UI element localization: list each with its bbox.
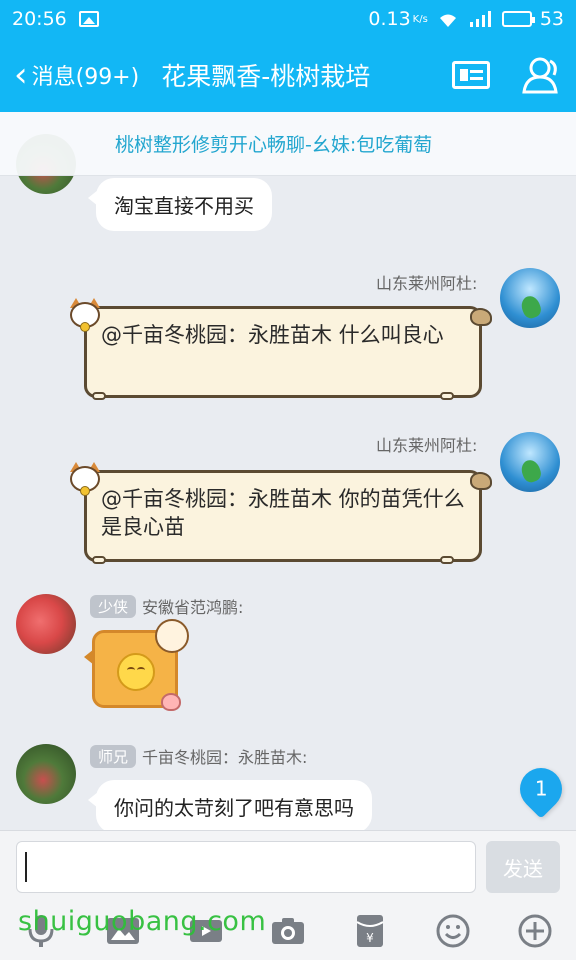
group-title: 花果飘香-桃树栽培	[161, 62, 371, 91]
title-bar: ‹ 消息(99+) 花果飘香-桃树栽培	[0, 38, 576, 112]
message-bubble[interactable]: @千亩冬桃园：永胜苗木 你的苗凭什么是良心苗	[84, 470, 482, 562]
group-card-icon[interactable]	[452, 61, 490, 89]
monkey-icon	[155, 619, 189, 653]
avatar[interactable]	[500, 268, 560, 328]
gallery-notification-icon	[78, 11, 99, 27]
message-bubble[interactable]: 淘宝直接不用买	[88, 178, 272, 231]
battery-icon	[501, 11, 535, 27]
camera-icon[interactable]	[266, 909, 310, 953]
back-button[interactable]: ‹ 消息(99+)	[0, 58, 139, 92]
send-button[interactable]: 发送	[486, 841, 560, 893]
net-speed: 0.13	[368, 8, 411, 30]
sender-name: 安徽省范鸿鹏:	[142, 598, 244, 617]
chat-area[interactable]: 淘宝直接不用买 山东莱州阿杜: @千亩冬桃园：永胜苗木 什么叫良心 山东莱州阿杜…	[0, 112, 576, 830]
card-icon-line	[470, 70, 483, 73]
sender-name: 山东莱州阿杜:	[376, 436, 478, 455]
chevron-left-icon: ‹	[14, 55, 28, 95]
paw-decoration-icon	[440, 392, 454, 400]
message-bubble[interactable]: @千亩冬桃园：永胜苗木 什么叫良心	[84, 306, 482, 398]
message-bubble[interactable]: 你问的太苛刻了吧有意思吗	[88, 780, 372, 830]
avatar[interactable]	[16, 594, 76, 654]
status-right: 0.13 K/s 53	[368, 8, 564, 30]
tail-decoration-icon	[470, 472, 492, 490]
paw-decoration-icon	[440, 556, 454, 564]
input-bar: 发送	[0, 830, 576, 902]
cat-decoration-icon	[66, 460, 106, 496]
message-text: @千亩冬桃园：永胜苗木 你的苗凭什么是良心苗	[101, 487, 465, 540]
status-bar: 20:56 0.13 K/s 53	[0, 0, 576, 38]
sender-name: 千亩冬桃园：永胜苗木:	[142, 748, 308, 767]
avatar[interactable]	[500, 432, 560, 492]
red-packet-icon[interactable]: ¥	[348, 909, 392, 953]
paw-decoration-icon	[92, 392, 106, 400]
smile-face-icon	[117, 653, 155, 691]
text-cursor	[25, 852, 27, 882]
peach-icon	[161, 693, 181, 711]
smile-sticker[interactable]	[84, 619, 189, 711]
sticker-tail	[84, 649, 94, 665]
message-input[interactable]	[16, 841, 476, 893]
announcement-text: 桃树整形修剪开心畅聊-幺妹:包吃葡萄	[115, 134, 433, 156]
sender-name: 山东莱州阿杜:	[376, 274, 478, 293]
emoji-icon[interactable]	[431, 909, 475, 953]
group-announcement[interactable]: 桃树整形修剪开心畅聊-幺妹:包吃葡萄	[0, 112, 576, 176]
battery-percent: 53	[539, 8, 564, 30]
plus-icon[interactable]	[513, 909, 557, 953]
card-icon-line	[470, 77, 483, 80]
back-label: 消息(99+)	[31, 65, 140, 90]
member-title-badge: 少侠	[90, 594, 137, 618]
sender-line: 少侠 安徽省范鸿鹏:	[90, 594, 243, 618]
cat-bell	[80, 322, 90, 332]
paw-decoration-icon	[92, 556, 106, 564]
member-title-badge: 师兄	[90, 744, 137, 768]
cat-bell	[80, 486, 90, 496]
site-watermark: shuiguobang.com	[18, 906, 267, 937]
svg-text:¥: ¥	[366, 931, 374, 945]
cat-decoration-icon	[66, 296, 106, 332]
unread-count: 1	[534, 777, 548, 802]
sender-line: 师兄 千亩冬桃园：永胜苗木:	[90, 744, 307, 768]
avatar[interactable]	[16, 744, 76, 804]
wifi-icon	[439, 14, 456, 27]
net-speed-unit: K/s	[412, 13, 428, 25]
status-time: 20:56	[12, 8, 67, 30]
signal-icon	[469, 11, 491, 27]
header-actions	[452, 55, 576, 95]
group-members-icon[interactable]	[520, 55, 562, 95]
message-text: @千亩冬桃园：永胜苗木 什么叫良心	[101, 323, 444, 347]
tail-decoration-icon	[470, 308, 492, 326]
card-icon-photo	[460, 69, 468, 81]
